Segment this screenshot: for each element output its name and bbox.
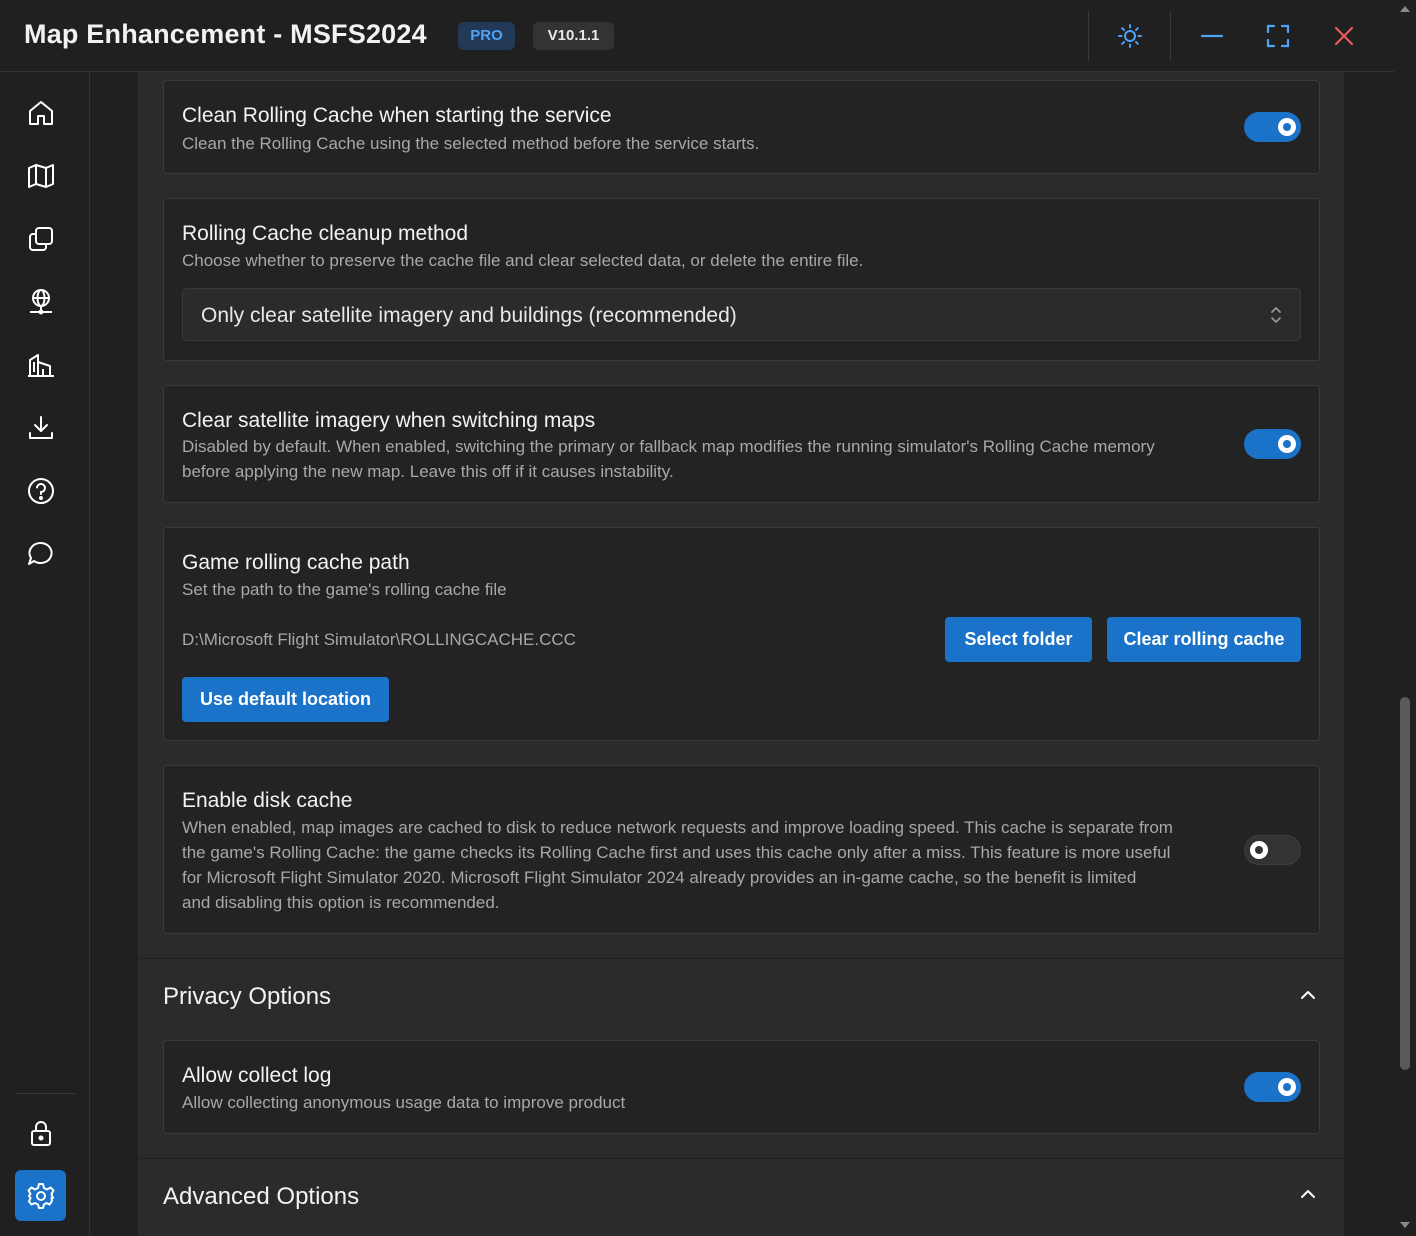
cache-path-description: Set the path to the game's rolling cache… (182, 580, 507, 599)
close-button[interactable] (1326, 18, 1362, 54)
disk-cache-card: Enable disk cache When enabled, map imag… (163, 765, 1320, 934)
cleanup-method-title: Rolling Cache cleanup method (182, 222, 469, 245)
help-icon (27, 477, 54, 504)
sidebar-item-network[interactable] (15, 276, 66, 327)
clean-on-start-toggle[interactable] (1244, 112, 1301, 142)
chat-icon (27, 541, 53, 565)
pro-badge: PRO (458, 22, 515, 50)
titlebar-divider (1088, 12, 1089, 60)
scroll-down-arrow-icon[interactable] (1398, 1220, 1412, 1230)
app-title: Map Enhancement - MSFS2024 (24, 19, 427, 49)
cleanup-method-selected-value: Only clear satellite imagery and buildin… (201, 304, 737, 327)
collect-log-card: Allow collect log Allow collecting anony… (163, 1040, 1320, 1134)
title-bar: Map Enhancement - MSFS2024 PRO V10.1.1 (0, 0, 1416, 72)
minimize-icon (1200, 34, 1224, 38)
cache-path-value: D:\Microsoft Flight Simulator\ROLLINGCAC… (182, 630, 576, 649)
clear-on-switch-toggle[interactable] (1244, 429, 1301, 459)
lock-icon (30, 1120, 51, 1146)
close-icon (1334, 26, 1354, 46)
clear-on-switch-description-line1: Disabled by default. When enabled, switc… (182, 437, 1155, 456)
disk-cache-toggle[interactable] (1244, 835, 1301, 865)
buildings-icon (27, 353, 54, 377)
theme-sun-icon (1118, 24, 1142, 48)
advanced-section-title: Advanced Options (163, 1183, 360, 1210)
cleanup-method-card: Rolling Cache cleanup method Choose whet… (163, 198, 1320, 361)
sidebar-item-layers[interactable] (15, 213, 66, 264)
home-icon (28, 100, 53, 125)
map-icon (27, 163, 54, 188)
clear-on-switch-description-line2: before applying the new map. Leave this … (182, 462, 674, 481)
clear-rolling-cache-button[interactable]: Clear rolling cache (1107, 617, 1301, 662)
cleanup-method-select[interactable]: Only clear satellite imagery and buildin… (182, 288, 1301, 341)
disk-cache-description-line4: and disabling this option is recommended… (182, 893, 500, 912)
cleanup-method-description: Choose whether to preserve the cache fil… (182, 251, 864, 270)
disk-cache-description-line2: the game's Rolling Cache: the game check… (182, 843, 1171, 862)
minimize-button[interactable] (1194, 18, 1230, 54)
globe-network-icon (29, 288, 52, 314)
sidebar-item-help[interactable] (15, 465, 66, 516)
sidebar-item-buildings[interactable] (15, 339, 66, 390)
collect-log-title: Allow collect log (182, 1064, 332, 1087)
sidebar-item-lock[interactable] (15, 1107, 66, 1158)
sidebar-item-map[interactable] (15, 150, 66, 201)
fullscreen-button[interactable] (1260, 18, 1296, 54)
collect-log-description: Allow collecting anonymous usage data to… (182, 1093, 626, 1112)
vertical-scrollbar[interactable] (1394, 0, 1416, 1236)
theme-toggle-button[interactable] (1112, 18, 1148, 54)
download-icon (28, 415, 53, 439)
chevron-up-down-icon (1271, 307, 1281, 323)
sidebar-item-settings[interactable] (15, 1170, 66, 1221)
collapse-chevron-up-icon[interactable] (1298, 985, 1318, 1005)
use-default-location-button[interactable]: Use default location (182, 677, 389, 722)
sidebar (0, 72, 90, 1236)
settings-content: Clean Rolling Cache when starting the se… (90, 72, 1394, 1236)
cache-path-card: Game rolling cache path Set the path to … (163, 527, 1320, 741)
disk-cache-title: Enable disk cache (182, 789, 353, 812)
titlebar-divider (1170, 12, 1171, 60)
collapse-chevron-up-icon[interactable] (1298, 1184, 1318, 1204)
select-folder-button[interactable]: Select folder (945, 617, 1092, 662)
privacy-section-title: Privacy Options (163, 983, 332, 1010)
scroll-up-arrow-icon[interactable] (1398, 4, 1412, 14)
sidebar-item-download[interactable] (15, 402, 66, 453)
cache-path-title: Game rolling cache path (182, 551, 410, 574)
clear-on-switch-card: Clear satellite imagery when switching m… (163, 385, 1320, 503)
clear-on-switch-title: Clear satellite imagery when switching m… (182, 409, 596, 432)
sidebar-item-home[interactable] (15, 87, 66, 138)
disk-cache-description-line1: When enabled, map images are cached to d… (182, 818, 1173, 837)
sidebar-item-chat[interactable] (15, 528, 66, 579)
clean-on-start-card: Clean Rolling Cache when starting the se… (163, 80, 1320, 174)
clean-on-start-title: Clean Rolling Cache when starting the se… (182, 104, 612, 127)
collect-log-toggle[interactable] (1244, 1072, 1301, 1102)
settings-icon (27, 1182, 54, 1209)
version-badge: V10.1.1 (533, 22, 614, 50)
scrollbar-thumb[interactable] (1400, 697, 1410, 1070)
clean-on-start-description: Clean the Rolling Cache using the select… (182, 134, 760, 153)
sidebar-divider (15, 1093, 75, 1094)
disk-cache-description-line3: for Microsoft Flight Simulator 2020. Mic… (182, 868, 1137, 887)
fullscreen-icon (1266, 24, 1290, 48)
layers-icon (28, 226, 53, 251)
